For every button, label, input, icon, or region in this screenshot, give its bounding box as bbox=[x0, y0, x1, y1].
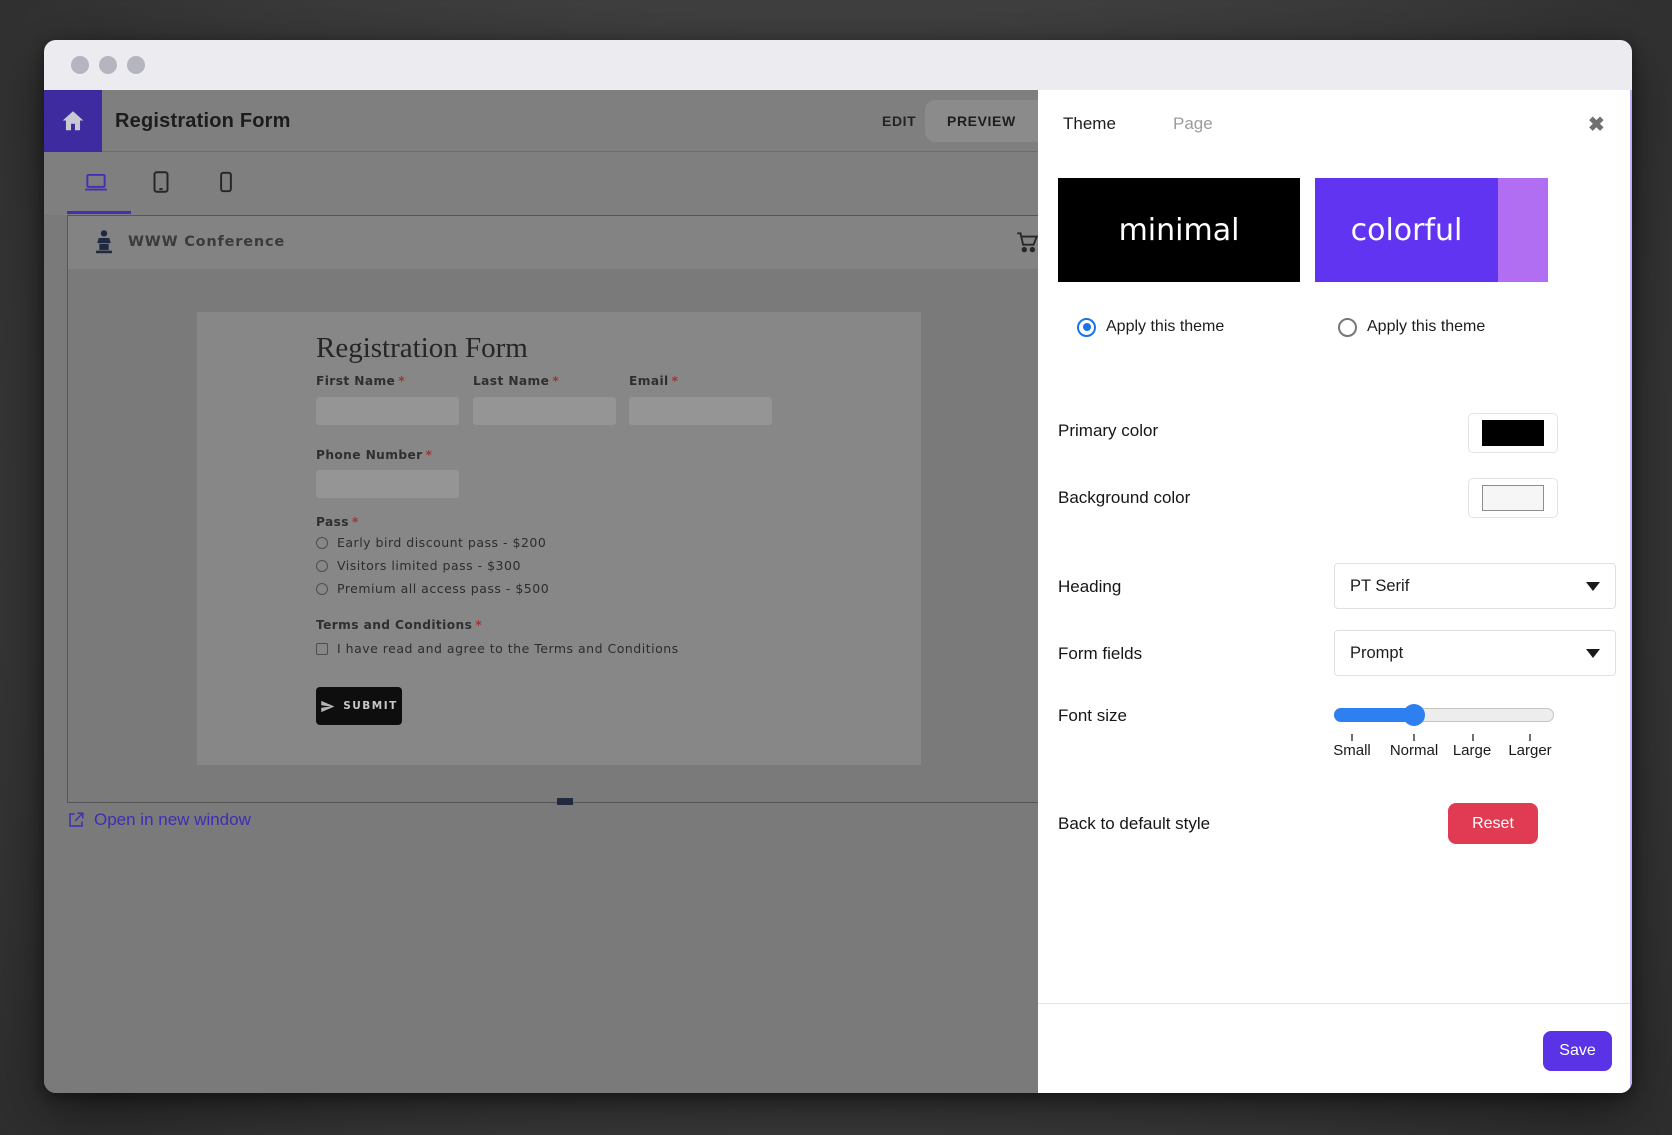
primary-color-swatch bbox=[1482, 420, 1544, 446]
checkbox-icon bbox=[316, 643, 328, 655]
active-tab-underline bbox=[67, 211, 131, 214]
background-color-picker[interactable] bbox=[1468, 478, 1558, 518]
font-size-slider-track[interactable] bbox=[1334, 708, 1554, 722]
tab-page[interactable]: Page bbox=[1173, 114, 1213, 134]
heading-font-dropdown[interactable]: PT Serif bbox=[1334, 563, 1616, 609]
primary-color-picker[interactable] bbox=[1468, 413, 1558, 453]
form-fields-font-dropdown[interactable]: Prompt bbox=[1334, 630, 1616, 676]
primary-color-label: Primary color bbox=[1058, 421, 1158, 441]
close-icon[interactable]: ✖ bbox=[1588, 112, 1605, 137]
external-link-icon bbox=[67, 811, 85, 829]
form-page-background: Registration Form First Name* Last Name*… bbox=[68, 270, 1038, 802]
mobile-icon bbox=[213, 169, 239, 195]
last-name-input[interactable] bbox=[473, 397, 616, 425]
heading-font-label: Heading bbox=[1058, 577, 1121, 597]
pass-option-visitors[interactable]: Visitors limited pass - $300 bbox=[316, 557, 521, 574]
apply-theme-colorful-radio[interactable]: Apply this theme bbox=[1338, 316, 1485, 338]
home-icon bbox=[60, 108, 86, 134]
radio-selected-icon bbox=[1077, 318, 1096, 337]
field-label-pass: Pass* bbox=[316, 515, 359, 529]
chevron-down-icon bbox=[1586, 582, 1600, 591]
window-titlebar bbox=[44, 40, 1632, 90]
background-color-label: Background color bbox=[1058, 488, 1190, 508]
field-label-terms: Terms and Conditions* bbox=[316, 618, 482, 632]
device-preview-tabs bbox=[44, 152, 1038, 215]
phone-input[interactable] bbox=[316, 470, 459, 498]
radio-unselected-icon bbox=[1338, 318, 1357, 337]
slider-tick bbox=[1472, 734, 1474, 741]
app-header: Registration Form EDIT PREVIEW bbox=[44, 90, 1038, 152]
field-label-email: Email* bbox=[629, 374, 678, 388]
laptop-icon bbox=[83, 169, 109, 195]
cart-icon[interactable] bbox=[1014, 229, 1038, 255]
radio-icon bbox=[316, 560, 328, 572]
window-control-dot[interactable] bbox=[71, 56, 89, 74]
tab-preview[interactable]: PREVIEW bbox=[925, 100, 1038, 142]
terms-checkbox-row[interactable]: I have read and agree to the Terms and C… bbox=[316, 640, 679, 657]
form-heading: Registration Form bbox=[316, 332, 528, 365]
open-in-new-window-link[interactable]: Open in new window bbox=[67, 810, 251, 830]
page-title: Registration Form bbox=[115, 90, 291, 152]
email-input[interactable] bbox=[629, 397, 772, 425]
tab-mobile-preview[interactable] bbox=[213, 169, 239, 195]
tab-edit[interactable]: EDIT bbox=[882, 90, 916, 152]
frame-resize-handle[interactable] bbox=[557, 798, 573, 805]
form-fields-font-label: Form fields bbox=[1058, 644, 1142, 664]
browser-window: Registration Form EDIT PREVIEW WWW Confe… bbox=[44, 40, 1632, 1093]
font-size-slider-thumb[interactable] bbox=[1403, 704, 1425, 726]
form-card: Registration Form First Name* Last Name*… bbox=[197, 312, 921, 765]
radio-icon bbox=[316, 537, 328, 549]
tab-desktop-preview[interactable] bbox=[83, 169, 109, 195]
pass-option-early-bird[interactable]: Early bird discount pass - $200 bbox=[316, 534, 546, 551]
font-size-mark-larger: Larger bbox=[1495, 742, 1565, 759]
reset-label: Back to default style bbox=[1058, 814, 1210, 834]
form-builder-area: Registration Form EDIT PREVIEW WWW Confe… bbox=[44, 90, 1038, 1093]
form-preview-frame: WWW Conference Registration Form First N… bbox=[67, 215, 1038, 803]
field-label-phone: Phone Number* bbox=[316, 448, 432, 462]
theme-settings-panel: Theme Page ✖ minimal colorful Apply this… bbox=[1038, 90, 1632, 1093]
background-color-swatch bbox=[1482, 485, 1544, 511]
tab-theme[interactable]: Theme bbox=[1063, 114, 1116, 134]
radio-icon bbox=[316, 583, 328, 595]
conference-title: WWW Conference bbox=[128, 216, 285, 269]
reset-button[interactable]: Reset bbox=[1448, 803, 1538, 844]
chevron-down-icon bbox=[1586, 649, 1600, 658]
tab-tablet-preview[interactable] bbox=[148, 169, 174, 195]
font-size-mark-small: Small bbox=[1317, 742, 1387, 759]
font-size-label: Font size bbox=[1058, 706, 1127, 726]
window-control-dot[interactable] bbox=[99, 56, 117, 74]
form-brand-bar: WWW Conference bbox=[68, 216, 1038, 269]
send-icon bbox=[320, 699, 335, 714]
theme-swatch-colorful[interactable]: colorful bbox=[1315, 178, 1548, 282]
first-name-input[interactable] bbox=[316, 397, 459, 425]
pass-option-premium[interactable]: Premium all access pass - $500 bbox=[316, 580, 549, 597]
save-button[interactable]: Save bbox=[1543, 1031, 1612, 1071]
field-label-last-name: Last Name* bbox=[473, 374, 559, 388]
home-button[interactable] bbox=[44, 90, 102, 152]
theme-swatch-minimal[interactable]: minimal bbox=[1058, 178, 1300, 282]
tablet-icon bbox=[148, 169, 174, 195]
apply-theme-minimal-radio[interactable]: Apply this theme bbox=[1077, 316, 1224, 338]
submit-button[interactable]: SUBMIT bbox=[316, 687, 402, 725]
field-label-first-name: First Name* bbox=[316, 374, 405, 388]
window-control-dot[interactable] bbox=[127, 56, 145, 74]
slider-tick bbox=[1413, 734, 1415, 741]
slider-tick bbox=[1351, 734, 1353, 741]
slider-tick bbox=[1529, 734, 1531, 741]
conference-logo-icon bbox=[90, 228, 118, 256]
panel-footer: Save bbox=[1038, 1003, 1632, 1093]
